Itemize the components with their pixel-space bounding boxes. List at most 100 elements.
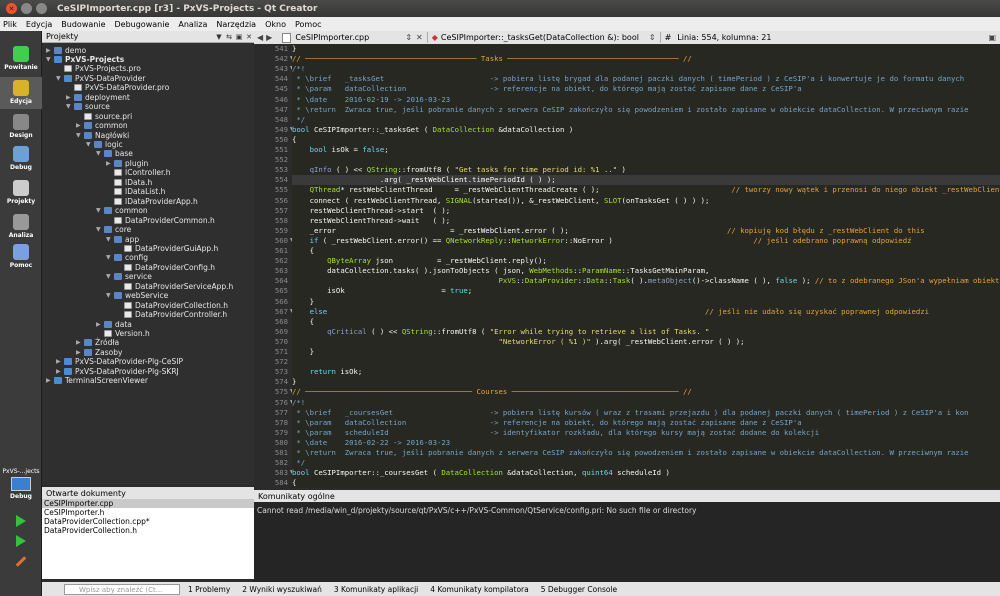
line-number: 567 (274, 306, 288, 316)
menu-item-3[interactable]: Debugowanie (115, 20, 170, 29)
collapsed-arrow-icon[interactable]: ▶ (46, 47, 54, 54)
open-document-item[interactable]: DataProviderCollection.cpp* (42, 517, 254, 526)
collapsed-arrow-icon[interactable]: ▶ (56, 368, 64, 375)
menu-item-6[interactable]: Okno (265, 20, 286, 29)
menu-item-2[interactable]: Budowanie (61, 20, 105, 29)
hash-label[interactable]: # (665, 33, 672, 42)
locator-input[interactable]: Wpisz aby znaleźć (Ct... (64, 583, 180, 595)
mode-analiza[interactable]: Analiza (0, 211, 42, 243)
output-pane-button-5[interactable]: 5 Debugger Console (541, 585, 617, 594)
run-icon[interactable] (16, 515, 26, 527)
menu-item-7[interactable]: Pomoc (295, 20, 322, 29)
code-token: * \param dataCollection -> referencje na… (292, 417, 802, 427)
mode-projekty[interactable]: Projekty (0, 177, 42, 209)
code-token: PxVS (498, 276, 517, 286)
collapsed-arrow-icon[interactable]: ▶ (76, 122, 84, 129)
output-pane-button-3[interactable]: 3 Komunikaty aplikacji (334, 585, 418, 594)
output-pane-button-2[interactable]: 2 Wyniki wyszukiwań (242, 585, 322, 594)
code-token: ParamName (581, 266, 622, 276)
open-document-item[interactable]: CeSIPImporter.h (42, 508, 254, 517)
expanded-arrow-icon[interactable]: ▼ (66, 103, 74, 110)
code-token: isOk; (340, 367, 363, 377)
collapsed-arrow-icon[interactable]: ▶ (96, 321, 104, 328)
cursor-position[interactable]: Linia: 554, kolumna: 21 (677, 33, 771, 42)
output-pane-button-1[interactable]: 1 Problemy (188, 585, 230, 594)
debug-run-icon[interactable] (16, 535, 26, 547)
collapsed-arrow-icon[interactable]: ▶ (56, 358, 64, 365)
build-hammer-icon[interactable] (15, 556, 27, 567)
expanded-arrow-icon[interactable]: ▼ (46, 56, 54, 63)
expanded-arrow-icon[interactable]: ▼ (96, 226, 104, 233)
close-file-icon[interactable]: ✕ (416, 33, 423, 42)
tree-item-label: Nagłówki (95, 130, 130, 140)
code-token: DataCollection (441, 468, 503, 478)
code-line: */ (292, 115, 1000, 125)
code-token: } (292, 347, 314, 356)
collapsed-arrow-icon[interactable]: ▶ (106, 160, 114, 167)
mode-design[interactable]: Design (0, 111, 42, 143)
sync-icon[interactable]: ⇆ (224, 33, 234, 41)
project-tree[interactable]: ▶ demo ▼ PxVS-Projects PxVS-Projects.pro ▼ PxV… (42, 43, 254, 485)
close-window-button[interactable]: ✕ (6, 3, 17, 14)
menu-item-5[interactable]: Narzędzia (216, 20, 256, 29)
split-editor-icon[interactable]: ▣ (988, 33, 996, 42)
tree-item[interactable]: DataProviderController.h (116, 310, 227, 320)
nav-back-icon[interactable]: ◀ (257, 33, 263, 42)
symbol-dropdown[interactable]: CeSIPImporter::_tasksGet(DataCollection … (441, 33, 649, 42)
mode-edycja[interactable]: Edycja (0, 77, 42, 109)
code-line: { (292, 478, 1000, 488)
help-icon (13, 244, 29, 260)
code-token: } (292, 296, 314, 306)
expanded-arrow-icon[interactable]: ▼ (106, 254, 114, 261)
tree-item[interactable]: ▶ TerminalScreenViewer (46, 376, 148, 386)
symbol-dropdown-icon[interactable]: ⇕ (649, 33, 656, 42)
expanded-arrow-icon[interactable]: ▼ (56, 75, 64, 82)
menu-item-1[interactable]: Edycja (26, 20, 52, 29)
output-pane-button-4[interactable]: 4 Komunikaty kompilatora (430, 585, 528, 594)
code-line: _error = _restWebClient.error ( ); // ko… (292, 226, 1000, 236)
nav-forward-icon[interactable]: ▶ (266, 33, 272, 42)
code-token: (started()), & (472, 195, 534, 205)
file-tab[interactable]: CeSIPImporter.cpp (295, 33, 405, 42)
mode-label: Design (9, 132, 33, 139)
expanded-arrow-icon[interactable]: ▼ (106, 292, 114, 299)
output-pane-title: Komunikaty ogólne (258, 491, 335, 501)
kit-selector: PxVS-...jects Debug (0, 468, 42, 596)
expanded-arrow-icon[interactable]: ▼ (96, 207, 104, 214)
open-document-item[interactable]: DataProviderCollection.h (42, 526, 254, 535)
collapsed-arrow-icon[interactable]: ▶ (46, 377, 54, 384)
collapsed-arrow-icon[interactable]: ▶ (76, 339, 84, 346)
split-icon[interactable]: ▣ (234, 33, 244, 41)
tree-item-label: DataProviderServiceApp.h (135, 281, 234, 291)
expanded-arrow-icon[interactable]: ▼ (76, 132, 84, 139)
expanded-arrow-icon[interactable]: ▼ (96, 150, 104, 157)
code-editor[interactable]: }// ────────────────────────────────────… (292, 44, 1000, 488)
mode-powitanie[interactable]: Powitanie (0, 43, 42, 75)
mode-debug[interactable]: Debug (0, 143, 42, 175)
collapsed-arrow-icon[interactable]: ▶ (76, 349, 84, 356)
maximize-window-button[interactable] (36, 3, 47, 14)
expanded-arrow-icon[interactable]: ▼ (106, 236, 114, 243)
output-pane[interactable]: Cannot read /media/win_d/projekty/source… (254, 502, 1000, 582)
open-documents-title[interactable]: Otwarte dokumenty (46, 489, 126, 498)
expanded-arrow-icon[interactable]: ▼ (106, 273, 114, 280)
file-dropdown-icon[interactable]: ⇕ (405, 33, 412, 42)
code-token: * restWebClientThread = _restWebClientTh… (340, 185, 732, 195)
open-document-item[interactable]: CeSIPImporter.cpp (42, 499, 254, 508)
code-token: Data (586, 276, 604, 286)
menu-item-4[interactable]: Analiza (178, 20, 207, 29)
tree-item-label: DataProviderCommon.h (125, 215, 215, 225)
mode-pomoc[interactable]: Pomoc (0, 241, 42, 273)
monitor-icon[interactable] (11, 477, 31, 491)
window-titlebar: ✕ CeSIPImporter.cpp [r3] - PxVS-Projects… (0, 0, 1000, 17)
analyze-icon (13, 214, 29, 230)
code-token: return (292, 367, 341, 377)
menu-item-0[interactable]: Plik (3, 20, 17, 29)
collapsed-arrow-icon[interactable]: ▶ (66, 94, 74, 101)
projects-panel-title[interactable]: Projekty (46, 32, 78, 41)
minimize-window-button[interactable] (21, 3, 32, 14)
filter-icon[interactable]: ▼ (214, 33, 224, 41)
expanded-arrow-icon[interactable]: ▼ (86, 141, 94, 148)
close-panel-icon[interactable]: ✕ (244, 33, 254, 41)
